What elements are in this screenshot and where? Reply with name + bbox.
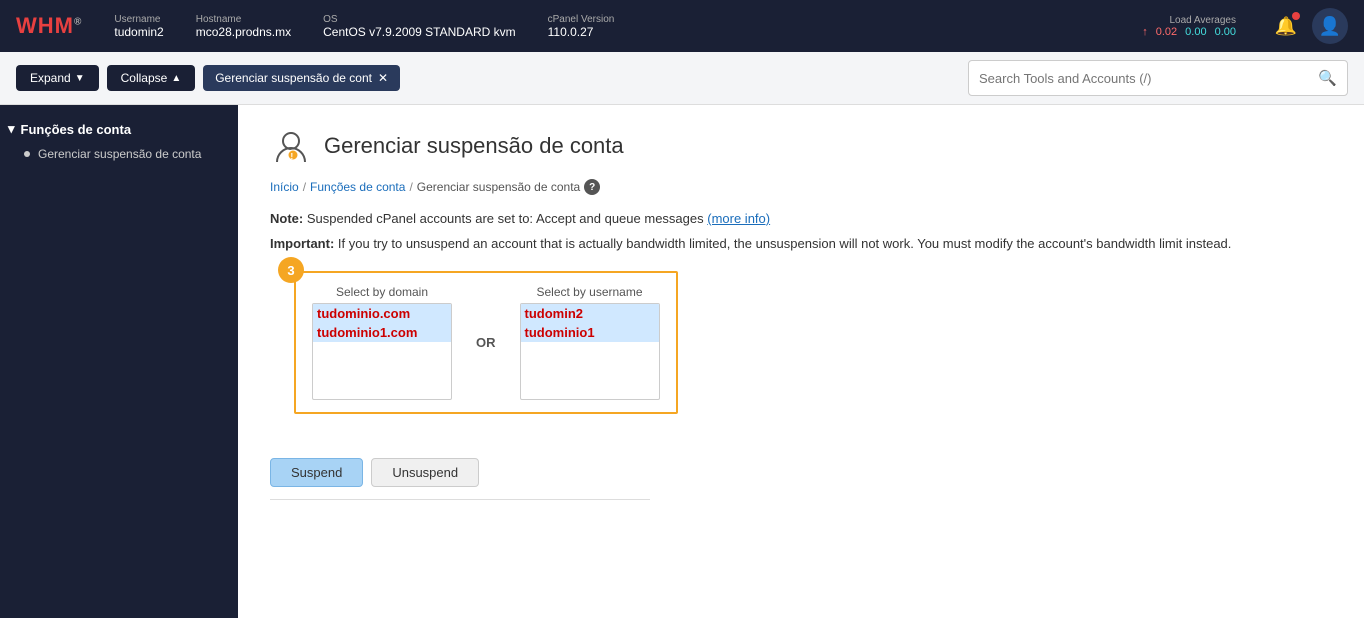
cpanel-version-info: cPanel Version 110.0.27 — [548, 14, 615, 39]
svg-text:!: ! — [291, 152, 294, 161]
sidebar: ▾ Funções de conta Gerenciar suspensão d… — [0, 105, 238, 618]
main-layout: ▾ Funções de conta Gerenciar suspensão d… — [0, 105, 1364, 618]
unsuspend-button[interactable]: Unsuspend — [371, 458, 479, 487]
note-box: Note: Suspended cPanel accounts are set … — [270, 211, 1332, 226]
hostname-info: Hostname mco28.prodns.mx — [196, 14, 291, 39]
domain-option-2: tudominio1.com — [313, 323, 451, 342]
domain-select-label: Select by domain — [312, 285, 452, 299]
collapse-button[interactable]: Collapse ▲ — [107, 65, 196, 91]
sys-info: Username tudomin2 Hostname mco28.prodns.… — [114, 14, 1110, 39]
suspend-button[interactable]: Suspend — [270, 458, 363, 487]
domain-select-group: Select by domain tudominio.com tudominio… — [312, 285, 452, 400]
content-area: ! Gerenciar suspensão de conta Início / … — [238, 105, 1364, 618]
search-bar: 🔍 — [968, 60, 1348, 96]
whm-logo: WHM® — [16, 13, 82, 39]
sidebar-item-manage-suspension[interactable]: Gerenciar suspensão de conta — [0, 141, 238, 167]
domain-option-1: tudominio.com — [313, 304, 451, 323]
load-averages: Load Averages ↑ 0.02 0.00 0.00 — [1142, 15, 1236, 38]
tab-close-icon[interactable]: ✕ — [378, 71, 388, 85]
os-info: OS CentOS v7.9.2009 STANDARD kvm — [323, 14, 516, 39]
breadcrumb-section[interactable]: Funções de conta — [310, 180, 405, 194]
help-icon[interactable]: ? — [584, 179, 600, 195]
important-box: Important: If you try to unsuspend an ac… — [270, 236, 1332, 251]
username-option-1: tudomin2 — [521, 304, 659, 323]
top-bar: WHM® Username tudomin2 Hostname mco28.pr… — [0, 0, 1364, 52]
page-header: ! Gerenciar suspensão de conta — [270, 125, 1332, 167]
more-info-link[interactable]: (more info) — [707, 211, 770, 226]
selection-wrapper: 3 Select by domain tudominio.com tudomin… — [294, 271, 678, 414]
active-tab[interactable]: Gerenciar suspensão de cont ✕ — [203, 65, 400, 91]
or-divider: OR — [468, 335, 504, 350]
breadcrumb-current: Gerenciar suspensão de conta — [417, 180, 580, 194]
page-icon: ! — [270, 125, 312, 167]
search-container: 🔍 — [408, 60, 1348, 96]
user-menu-button[interactable]: 👤 — [1312, 8, 1348, 44]
step-badge: 3 — [278, 257, 304, 283]
chevron-down-icon: ▾ — [8, 121, 15, 137]
notification-badge — [1292, 12, 1300, 20]
domain-select[interactable]: tudominio.com tudominio1.com — [312, 303, 452, 400]
bullet-icon — [24, 151, 30, 157]
breadcrumb-home[interactable]: Início — [270, 180, 299, 194]
search-input[interactable] — [979, 71, 1318, 86]
notifications-button[interactable]: 🔔 — [1268, 8, 1304, 44]
separator-line — [270, 499, 650, 500]
collapse-arrow-icon: ▲ — [171, 73, 181, 84]
username-option-2: tudominio1 — [521, 323, 659, 342]
top-icons: 🔔 👤 — [1268, 8, 1348, 44]
expand-button[interactable]: Expand ▼ — [16, 65, 99, 91]
breadcrumb: Início / Funções de conta / Gerenciar su… — [270, 179, 1332, 195]
username-select[interactable]: tudomin2 tudominio1 — [520, 303, 660, 400]
page-title: Gerenciar suspensão de conta — [324, 133, 624, 159]
username-select-label: Select by username — [520, 285, 660, 299]
sidebar-section-account-functions[interactable]: ▾ Funções de conta — [0, 117, 238, 141]
toolbar-row: Expand ▼ Collapse ▲ Gerenciar suspensão … — [0, 52, 1364, 105]
username-info: Username tudomin2 — [114, 14, 163, 39]
expand-arrow-icon: ▼ — [75, 73, 85, 84]
load-up-icon: ↑ — [1142, 26, 1148, 38]
username-select-group: Select by username tudomin2 tudominio1 — [520, 285, 660, 400]
search-icon: 🔍 — [1318, 69, 1337, 87]
actions-row: Suspend Unsuspend — [270, 458, 1332, 487]
selects-row: Select by domain tudominio.com tudominio… — [312, 285, 660, 400]
